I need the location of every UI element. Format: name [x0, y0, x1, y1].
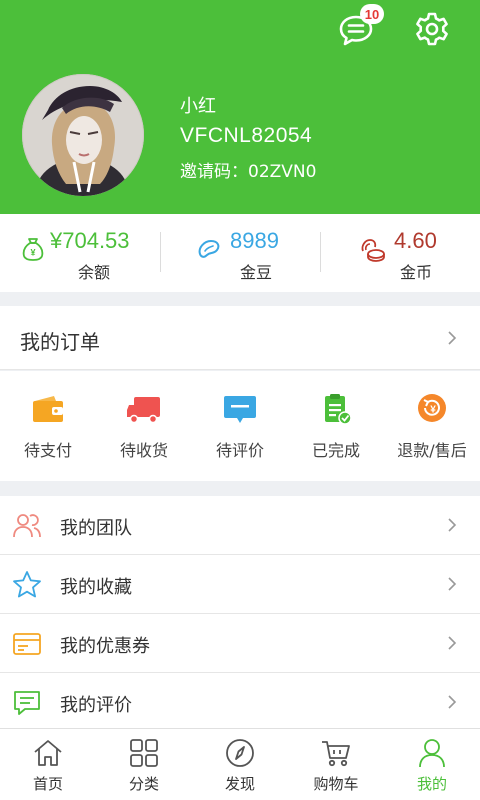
- avatar[interactable]: [22, 74, 144, 196]
- tab-home-label: 首页: [32, 775, 63, 793]
- menu-item-coupons-label: 我的优惠券: [60, 636, 150, 657]
- balance-beans-label: 金豆: [240, 263, 273, 282]
- order-pending-review-label: 待评价: [215, 441, 264, 460]
- balance-coins-value: 4.60: [394, 228, 437, 253]
- bean-icon: [198, 240, 220, 258]
- tab-category[interactable]: 分类: [96, 729, 192, 800]
- order-pending-review[interactable]: 待评价: [192, 371, 288, 481]
- invite-label: 邀请码：: [180, 162, 248, 182]
- user-id: VFCNL82054: [180, 124, 313, 147]
- menu-item-favorites[interactable]: 我的收藏: [0, 555, 480, 614]
- invite-code: 02ZVN0: [248, 162, 317, 182]
- balance-row: ¥ ¥704.53 余额 8989 金豆 4.60 金币: [0, 214, 480, 292]
- tab-cart-label: 购物车: [313, 775, 359, 793]
- category-icon: [130, 739, 158, 767]
- menu-item-reviews-label: 我的评价: [60, 695, 132, 716]
- order-pending-payment[interactable]: 待支付: [0, 371, 96, 481]
- chevron-right-icon: [448, 577, 457, 591]
- comment-icon: [224, 396, 256, 423]
- tab-home[interactable]: 首页: [0, 729, 96, 800]
- tab-mine-label: 我的: [416, 775, 447, 793]
- team-icon: [13, 514, 41, 538]
- wallet-icon: [33, 396, 63, 422]
- refund-icon: ¥: [418, 394, 446, 422]
- profile-header: 10 小红 VFCNL82054 邀请码：02ZVN0: [0, 0, 480, 214]
- menu-item-favorites-label: 我的收藏: [60, 577, 132, 598]
- tab-discover[interactable]: 发现: [192, 729, 288, 800]
- balance-coins[interactable]: 4.60 金币: [320, 214, 480, 292]
- chevron-right-icon: [448, 518, 457, 532]
- truck-icon: [127, 397, 160, 424]
- menu-item-team[interactable]: 我的团队: [0, 496, 480, 555]
- menu-item-reviews[interactable]: 我的评价: [0, 673, 480, 732]
- review-icon: [14, 691, 40, 715]
- order-pending-receipt[interactable]: 待收货: [96, 371, 192, 481]
- order-pending-receipt-label: 待收货: [119, 441, 168, 460]
- chevron-right-icon: [448, 636, 457, 650]
- balance-cash[interactable]: ¥ ¥704.53 余额: [0, 214, 160, 292]
- order-completed-label: 已完成: [311, 441, 360, 460]
- clipboard-check-icon: [325, 394, 352, 425]
- bottom-nav: 首页 分类 发现 购物车 我的: [0, 728, 480, 800]
- messages-button[interactable]: 10: [336, 4, 384, 50]
- tab-cart[interactable]: 购物车: [288, 729, 384, 800]
- money-bag-icon: ¥: [22, 238, 44, 261]
- tab-discover-label: 发现: [224, 775, 255, 793]
- balance-beans[interactable]: 8989 金豆: [160, 214, 320, 292]
- tab-mine[interactable]: 我的: [384, 729, 480, 800]
- message-badge: 10: [360, 4, 384, 24]
- my-orders-row[interactable]: 我的订单: [0, 306, 480, 370]
- user-icon: [419, 739, 445, 768]
- order-refund[interactable]: ¥ 退款/售后: [384, 371, 480, 481]
- menu-item-team-label: 我的团队: [60, 518, 132, 539]
- coupon-icon: [13, 633, 41, 655]
- user-name: 小红: [180, 96, 216, 117]
- settings-button[interactable]: [412, 10, 452, 50]
- chevron-right-icon: [448, 330, 457, 345]
- svg-text:¥: ¥: [30, 248, 35, 258]
- gear-icon: [416, 12, 448, 46]
- my-orders-title: 我的订单: [20, 330, 100, 354]
- balance-beans-value: 8989: [230, 228, 279, 253]
- home-icon: [34, 740, 62, 766]
- balance-cash-value: ¥704.53: [50, 228, 130, 253]
- menu-list: 我的团队 我的收藏 我的优惠券 我的评价: [0, 496, 480, 732]
- chevron-right-icon: [448, 695, 457, 709]
- order-completed[interactable]: 已完成: [288, 371, 384, 481]
- invite-code-row: 邀请码：02ZVN0: [180, 157, 316, 182]
- order-refund-label: 退款/售后: [397, 441, 467, 460]
- compass-icon: [226, 739, 254, 767]
- tab-category-label: 分类: [128, 775, 159, 793]
- cart-icon: [322, 741, 350, 767]
- menu-item-coupons[interactable]: 我的优惠券: [0, 614, 480, 673]
- balance-coins-label: 金币: [400, 263, 433, 282]
- star-icon: [13, 571, 41, 598]
- balance-cash-label: 余额: [78, 263, 111, 282]
- order-status-bar: 待支付 待收货 待评价 已完成 ¥ 退款/售后: [0, 371, 480, 481]
- svg-text:¥: ¥: [430, 405, 436, 416]
- order-pending-payment-label: 待支付: [23, 441, 72, 460]
- coins-icon: [361, 239, 385, 262]
